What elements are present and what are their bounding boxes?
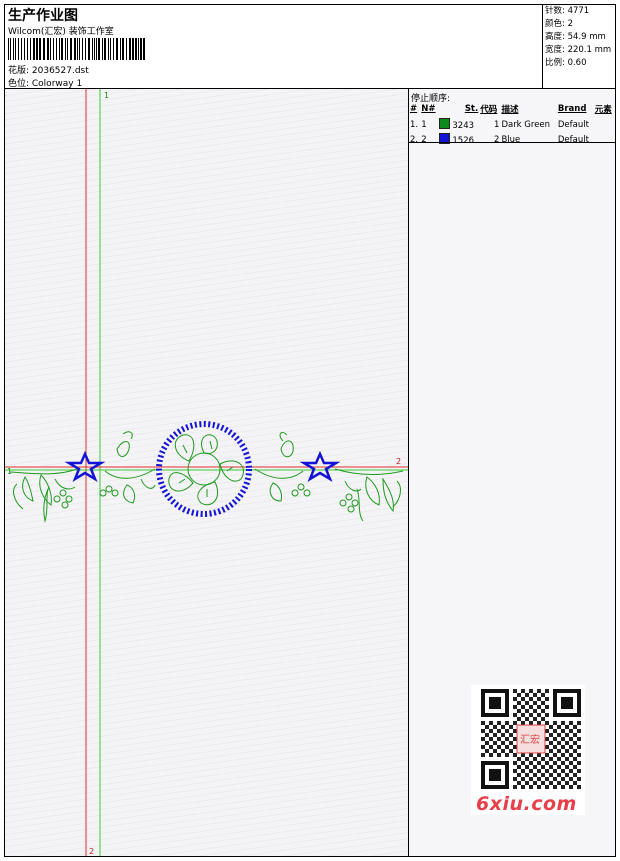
company-name: Wilcom(汇宏) 装饰工作室 [8, 27, 114, 37]
col-brand: Brand [557, 104, 587, 114]
row-n: 1 [421, 119, 427, 130]
design-preview: 1 2 2 1 [5, 89, 409, 856]
stop-sequence-table: # N# St. 代码 描述 Brand 元素 1. 1 3243 1 Dark… [409, 101, 615, 147]
row-n: 2 [421, 134, 427, 145]
col-code: 代码 [480, 105, 498, 115]
col-st: St. [464, 104, 479, 114]
barcode [8, 38, 145, 60]
header-block: 生产作业图 Wilcom(汇宏) 装饰工作室 花版: 2036527.dst 色… [5, 5, 543, 89]
row-element [594, 132, 615, 147]
spec-colors: 颜色: 2 [545, 19, 573, 29]
row-code: 2 [494, 134, 500, 145]
spec-width: 宽度: 220.1 mm [545, 45, 612, 55]
row-desc: Blue [501, 134, 521, 145]
specs-block: 针数: 4771 颜色: 2 高度: 54.9 mm 宽度: 220.1 mm … [543, 5, 615, 89]
embroidery-canvas: 1 2 2 1 [5, 89, 408, 856]
qr-stamp-text: 汇宏 [520, 733, 540, 746]
guide-label-top: 1 [104, 91, 109, 100]
spec-height: 高度: 54.9 mm [545, 32, 606, 42]
row-stitches-cell: 3243 [438, 117, 479, 132]
qr-code-icon: 汇宏 [481, 689, 581, 789]
row-idx: 2. [410, 134, 419, 145]
col-idx: # [410, 104, 418, 114]
color-swatch [439, 118, 451, 129]
table-header-row: # N# St. 代码 描述 Brand 元素 [409, 101, 615, 117]
panel-divider [409, 142, 615, 143]
row-stitches: 1526 [452, 136, 475, 146]
sheet-title: 生产作业图 [8, 8, 78, 24]
col-n: N# [421, 104, 436, 114]
row-stitches-cell: 1526 [438, 132, 479, 147]
col-desc: 描述 [501, 105, 519, 115]
production-sheet: 生产作业图 Wilcom(汇宏) 装饰工作室 花版: 2036527.dst 色… [4, 4, 616, 857]
row-element [594, 117, 615, 132]
guide-label-bottom: 2 [89, 847, 94, 856]
spec-ratio: 比例: 0.60 [545, 58, 587, 68]
col-element: 元素 [594, 105, 612, 115]
table-row: 2. 2 1526 2 Blue Default [409, 132, 615, 147]
spec-stitches: 针数: 4771 [545, 6, 590, 16]
row-code: 1 [494, 119, 500, 130]
guide-label-right: 2 [396, 457, 401, 466]
row-desc: Dark Green [501, 119, 551, 130]
guide-label-left: 1 [7, 467, 12, 476]
row-stitches: 3243 [452, 121, 475, 131]
table-row: 1. 1 3243 1 Dark Green Default [409, 117, 615, 132]
design-file: 花版: 2036527.dst [8, 66, 89, 76]
row-brand: Default [557, 119, 589, 130]
right-vine [334, 468, 404, 522]
colorway: 色位: Colorway 1 [8, 79, 83, 89]
left-vine [9, 468, 78, 523]
row-idx: 1. [410, 119, 419, 130]
watermark-brand: 6xiu.com [476, 793, 577, 815]
row-brand: Default [557, 134, 589, 145]
